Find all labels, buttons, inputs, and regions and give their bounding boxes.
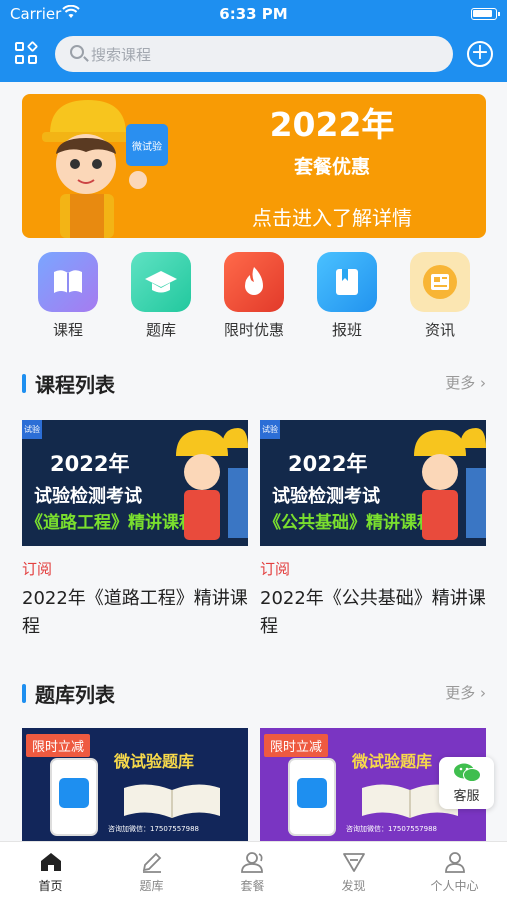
flame-icon [224,252,284,312]
banner-cta: 点击进入了解详情 [252,206,412,230]
banner-badge: 微试验 [132,140,162,153]
tab-package[interactable]: 套餐 [202,842,303,900]
search-input[interactable]: 搜索课程 [55,36,453,72]
tab-label: 发现 [341,879,366,893]
worker-illustration: 微试验 [42,100,168,238]
customer-service-button[interactable]: 客服 [439,757,494,809]
thumb-line: 试验检测考试 [34,486,142,507]
quick-nav-limited-offer[interactable]: 限时优惠 [214,252,294,340]
quick-nav-question-bank[interactable]: 题库 [121,252,201,340]
phone-illustration [50,758,98,836]
contact-text: 咨询加微信：17507557988 [346,825,437,833]
tab-discover[interactable]: 发现 [303,842,404,900]
course-name: 2022年《道路工程》精讲课程 [22,588,248,637]
wechat-icon [453,763,481,783]
users-icon [240,850,266,874]
thumb-year: 2022年 [50,452,130,476]
course-thumbnail: 试验 2022年 试验检测考试 《道路工程》精讲课程 [22,420,248,546]
banner-year: 2022年 [269,105,395,144]
section-title: 题库列表 [35,683,115,707]
battery-icon [471,8,500,20]
tab-bar: 首页 题库 套餐 发现 个人中心 [0,841,507,900]
search-icon [70,45,84,59]
status-bar: Carrier 6:33 PM [0,0,507,28]
tab-label: 套餐 [240,879,265,893]
quick-nav-label: 课程 [52,321,83,339]
thumb-tag: 试验 [260,420,280,439]
question-bank-card[interactable]: 限时立减 微试验题库 咨询加微信：17507557988 [22,728,248,843]
discover-icon [341,850,367,874]
bookmark-book-icon [317,252,377,312]
tab-profile[interactable]: 个人中心 [404,842,505,900]
pencil-icon [139,850,165,874]
tab-label: 首页 [38,879,63,893]
worker-illustration [176,428,248,540]
quick-nav-enroll[interactable]: 报班 [307,252,387,340]
banner-subtitle: 套餐优惠 [293,156,370,178]
graduation-cap-icon [131,252,191,312]
thumb-line: 试验检测考试 [272,486,380,507]
search-placeholder: 搜索课程 [91,46,152,64]
limited-badge: 限时立减 [264,734,329,757]
course-section-header: 课程列表 更多 › [22,369,486,399]
quick-nav: 课程 题库 限时优惠 报班 资讯 [0,252,507,342]
course-thumbnail: 试验 2022年 试验检测考试 《公共基础》精讲课程 [260,420,486,546]
service-label: 客服 [453,789,480,804]
quick-nav-label: 题库 [145,321,176,339]
limited-badge: 限时立减 [26,734,91,757]
add-icon[interactable]: + [467,41,493,67]
subscribe-label: 订阅 [260,560,291,578]
contact-text: 咨询加微信：17507557988 [108,825,199,833]
tab-home[interactable]: 首页 [0,842,101,900]
quick-nav-news[interactable]: 资讯 [400,252,480,340]
subscribe-label: 订阅 [22,560,53,578]
bank-title: 微试验题库 [114,752,195,771]
section-accent-bar [22,684,26,703]
home-icon [38,850,64,874]
bank-title: 微试验题库 [352,752,433,771]
tab-label: 题库 [139,879,164,893]
clock: 6:33 PM [219,5,288,23]
quick-nav-course[interactable]: 课程 [28,252,108,340]
course-card[interactable]: 试验 2022年 试验检测考试 《道路工程》精讲课程 订阅 2022年《道路工程… [22,420,248,641]
course-card[interactable]: 试验 2022年 试验检测考试 《公共基础》精讲课程 订阅 2022年《公共基础… [260,420,486,641]
person-icon [442,850,468,874]
tab-label: 个人中心 [430,879,479,893]
bank-section-header: 题库列表 更多 › [22,679,486,709]
section-accent-bar [22,374,26,393]
open-book-illustration [124,784,220,818]
worker-illustration [414,428,486,540]
book-icon [38,252,98,312]
promo-banner[interactable]: 微试验 2022年 套餐优惠 点击进入了解详情 [22,94,486,238]
top-bar: Carrier 6:33 PM 搜索课程 + [0,0,507,82]
quick-nav-label: 限时优惠 [223,321,284,339]
more-link[interactable]: 更多 › [445,682,486,703]
tab-question-bank[interactable]: 题库 [101,842,202,900]
more-link[interactable]: 更多 › [445,372,486,393]
news-icon [410,252,470,312]
section-title: 课程列表 [35,373,115,397]
quick-nav-label: 资讯 [424,321,455,339]
category-grid-icon[interactable] [15,40,39,66]
phone-illustration [288,758,336,836]
course-name: 2022年《公共基础》精讲课程 [260,588,486,637]
thumb-year: 2022年 [288,452,368,476]
thumb-tag: 试验 [22,420,42,439]
quick-nav-label: 报班 [331,321,362,339]
